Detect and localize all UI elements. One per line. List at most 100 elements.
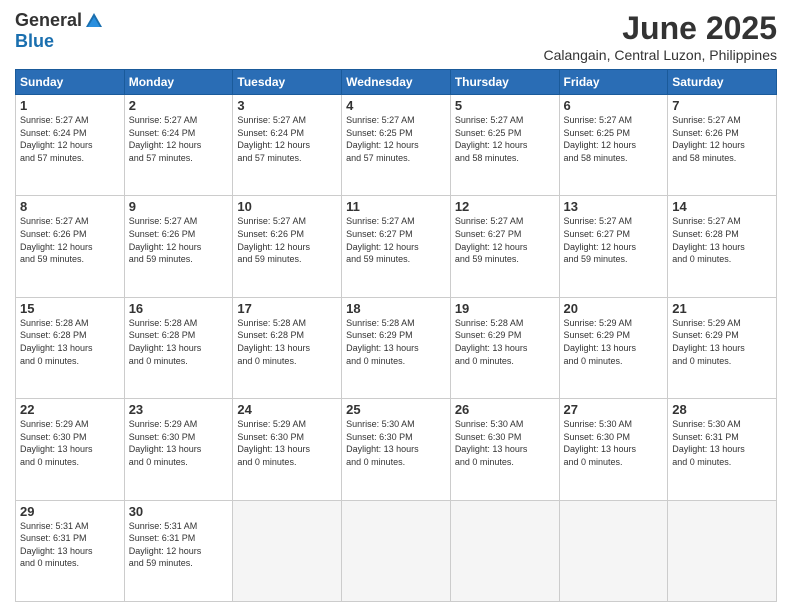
day-number: 29 <box>20 504 120 519</box>
title-section: June 2025 Calangain, Central Luzon, Phil… <box>544 10 777 63</box>
calendar-cell: 17Sunrise: 5:28 AM Sunset: 6:28 PM Dayli… <box>233 297 342 398</box>
calendar-cell: 4Sunrise: 5:27 AM Sunset: 6:25 PM Daylig… <box>342 95 451 196</box>
day-number: 21 <box>672 301 772 316</box>
header-sunday: Sunday <box>16 70 125 95</box>
day-info: Sunrise: 5:28 AM Sunset: 6:29 PM Dayligh… <box>455 317 555 367</box>
day-info: Sunrise: 5:29 AM Sunset: 6:30 PM Dayligh… <box>129 418 229 468</box>
day-number: 8 <box>20 199 120 214</box>
day-number: 28 <box>672 402 772 417</box>
day-info: Sunrise: 5:31 AM Sunset: 6:31 PM Dayligh… <box>129 520 229 570</box>
calendar-cell: 6Sunrise: 5:27 AM Sunset: 6:25 PM Daylig… <box>559 95 668 196</box>
calendar-cell: 26Sunrise: 5:30 AM Sunset: 6:30 PM Dayli… <box>450 399 559 500</box>
calendar-cell: 22Sunrise: 5:29 AM Sunset: 6:30 PM Dayli… <box>16 399 125 500</box>
day-info: Sunrise: 5:29 AM Sunset: 6:29 PM Dayligh… <box>672 317 772 367</box>
day-number: 11 <box>346 199 446 214</box>
day-number: 17 <box>237 301 337 316</box>
logo-general-text: General <box>15 10 82 31</box>
calendar-cell <box>668 500 777 601</box>
calendar-cell: 18Sunrise: 5:28 AM Sunset: 6:29 PM Dayli… <box>342 297 451 398</box>
calendar-cell: 14Sunrise: 5:27 AM Sunset: 6:28 PM Dayli… <box>668 196 777 297</box>
calendar-cell: 5Sunrise: 5:27 AM Sunset: 6:25 PM Daylig… <box>450 95 559 196</box>
calendar-cell: 29Sunrise: 5:31 AM Sunset: 6:31 PM Dayli… <box>16 500 125 601</box>
day-number: 18 <box>346 301 446 316</box>
day-number: 12 <box>455 199 555 214</box>
day-info: Sunrise: 5:27 AM Sunset: 6:25 PM Dayligh… <box>564 114 664 164</box>
day-info: Sunrise: 5:28 AM Sunset: 6:28 PM Dayligh… <box>237 317 337 367</box>
day-info: Sunrise: 5:31 AM Sunset: 6:31 PM Dayligh… <box>20 520 120 570</box>
day-number: 22 <box>20 402 120 417</box>
day-info: Sunrise: 5:27 AM Sunset: 6:24 PM Dayligh… <box>20 114 120 164</box>
calendar-table: Sunday Monday Tuesday Wednesday Thursday… <box>15 69 777 602</box>
logo-icon <box>84 11 104 31</box>
header-monday: Monday <box>124 70 233 95</box>
calendar-cell: 2Sunrise: 5:27 AM Sunset: 6:24 PM Daylig… <box>124 95 233 196</box>
header-row: Sunday Monday Tuesday Wednesday Thursday… <box>16 70 777 95</box>
day-info: Sunrise: 5:27 AM Sunset: 6:25 PM Dayligh… <box>455 114 555 164</box>
day-info: Sunrise: 5:27 AM Sunset: 6:27 PM Dayligh… <box>455 215 555 265</box>
calendar-cell: 15Sunrise: 5:28 AM Sunset: 6:28 PM Dayli… <box>16 297 125 398</box>
day-number: 19 <box>455 301 555 316</box>
calendar-title: June 2025 <box>544 10 777 47</box>
day-number: 3 <box>237 98 337 113</box>
calendar-cell: 30Sunrise: 5:31 AM Sunset: 6:31 PM Dayli… <box>124 500 233 601</box>
day-info: Sunrise: 5:30 AM Sunset: 6:31 PM Dayligh… <box>672 418 772 468</box>
day-number: 6 <box>564 98 664 113</box>
header-wednesday: Wednesday <box>342 70 451 95</box>
day-info: Sunrise: 5:27 AM Sunset: 6:25 PM Dayligh… <box>346 114 446 164</box>
calendar-cell: 27Sunrise: 5:30 AM Sunset: 6:30 PM Dayli… <box>559 399 668 500</box>
week-row-3: 15Sunrise: 5:28 AM Sunset: 6:28 PM Dayli… <box>16 297 777 398</box>
day-number: 9 <box>129 199 229 214</box>
day-info: Sunrise: 5:27 AM Sunset: 6:26 PM Dayligh… <box>129 215 229 265</box>
week-row-4: 22Sunrise: 5:29 AM Sunset: 6:30 PM Dayli… <box>16 399 777 500</box>
day-number: 4 <box>346 98 446 113</box>
day-info: Sunrise: 5:27 AM Sunset: 6:24 PM Dayligh… <box>129 114 229 164</box>
calendar-cell: 21Sunrise: 5:29 AM Sunset: 6:29 PM Dayli… <box>668 297 777 398</box>
day-info: Sunrise: 5:27 AM Sunset: 6:26 PM Dayligh… <box>237 215 337 265</box>
day-info: Sunrise: 5:29 AM Sunset: 6:30 PM Dayligh… <box>20 418 120 468</box>
header-saturday: Saturday <box>668 70 777 95</box>
day-number: 20 <box>564 301 664 316</box>
day-number: 1 <box>20 98 120 113</box>
calendar-cell: 9Sunrise: 5:27 AM Sunset: 6:26 PM Daylig… <box>124 196 233 297</box>
calendar-cell: 11Sunrise: 5:27 AM Sunset: 6:27 PM Dayli… <box>342 196 451 297</box>
calendar-cell: 8Sunrise: 5:27 AM Sunset: 6:26 PM Daylig… <box>16 196 125 297</box>
day-number: 30 <box>129 504 229 519</box>
week-row-5: 29Sunrise: 5:31 AM Sunset: 6:31 PM Dayli… <box>16 500 777 601</box>
day-number: 25 <box>346 402 446 417</box>
day-info: Sunrise: 5:30 AM Sunset: 6:30 PM Dayligh… <box>455 418 555 468</box>
header-thursday: Thursday <box>450 70 559 95</box>
day-info: Sunrise: 5:27 AM Sunset: 6:24 PM Dayligh… <box>237 114 337 164</box>
week-row-1: 1Sunrise: 5:27 AM Sunset: 6:24 PM Daylig… <box>16 95 777 196</box>
logo-blue-text: Blue <box>15 31 54 52</box>
calendar-cell <box>450 500 559 601</box>
day-info: Sunrise: 5:28 AM Sunset: 6:28 PM Dayligh… <box>20 317 120 367</box>
calendar-cell: 28Sunrise: 5:30 AM Sunset: 6:31 PM Dayli… <box>668 399 777 500</box>
day-number: 15 <box>20 301 120 316</box>
calendar-cell: 10Sunrise: 5:27 AM Sunset: 6:26 PM Dayli… <box>233 196 342 297</box>
day-number: 5 <box>455 98 555 113</box>
day-number: 16 <box>129 301 229 316</box>
day-info: Sunrise: 5:27 AM Sunset: 6:27 PM Dayligh… <box>564 215 664 265</box>
calendar-cell: 3Sunrise: 5:27 AM Sunset: 6:24 PM Daylig… <box>233 95 342 196</box>
day-info: Sunrise: 5:29 AM Sunset: 6:29 PM Dayligh… <box>564 317 664 367</box>
day-number: 23 <box>129 402 229 417</box>
day-info: Sunrise: 5:27 AM Sunset: 6:26 PM Dayligh… <box>20 215 120 265</box>
day-number: 7 <box>672 98 772 113</box>
calendar-subtitle: Calangain, Central Luzon, Philippines <box>544 47 777 63</box>
week-row-2: 8Sunrise: 5:27 AM Sunset: 6:26 PM Daylig… <box>16 196 777 297</box>
calendar-cell: 13Sunrise: 5:27 AM Sunset: 6:27 PM Dayli… <box>559 196 668 297</box>
calendar-cell: 25Sunrise: 5:30 AM Sunset: 6:30 PM Dayli… <box>342 399 451 500</box>
calendar-cell: 24Sunrise: 5:29 AM Sunset: 6:30 PM Dayli… <box>233 399 342 500</box>
day-number: 2 <box>129 98 229 113</box>
day-number: 27 <box>564 402 664 417</box>
calendar-cell <box>342 500 451 601</box>
day-number: 10 <box>237 199 337 214</box>
day-number: 13 <box>564 199 664 214</box>
header-tuesday: Tuesday <box>233 70 342 95</box>
day-number: 26 <box>455 402 555 417</box>
header-friday: Friday <box>559 70 668 95</box>
calendar-cell <box>233 500 342 601</box>
day-info: Sunrise: 5:27 AM Sunset: 6:28 PM Dayligh… <box>672 215 772 265</box>
calendar-cell: 16Sunrise: 5:28 AM Sunset: 6:28 PM Dayli… <box>124 297 233 398</box>
calendar-cell: 12Sunrise: 5:27 AM Sunset: 6:27 PM Dayli… <box>450 196 559 297</box>
